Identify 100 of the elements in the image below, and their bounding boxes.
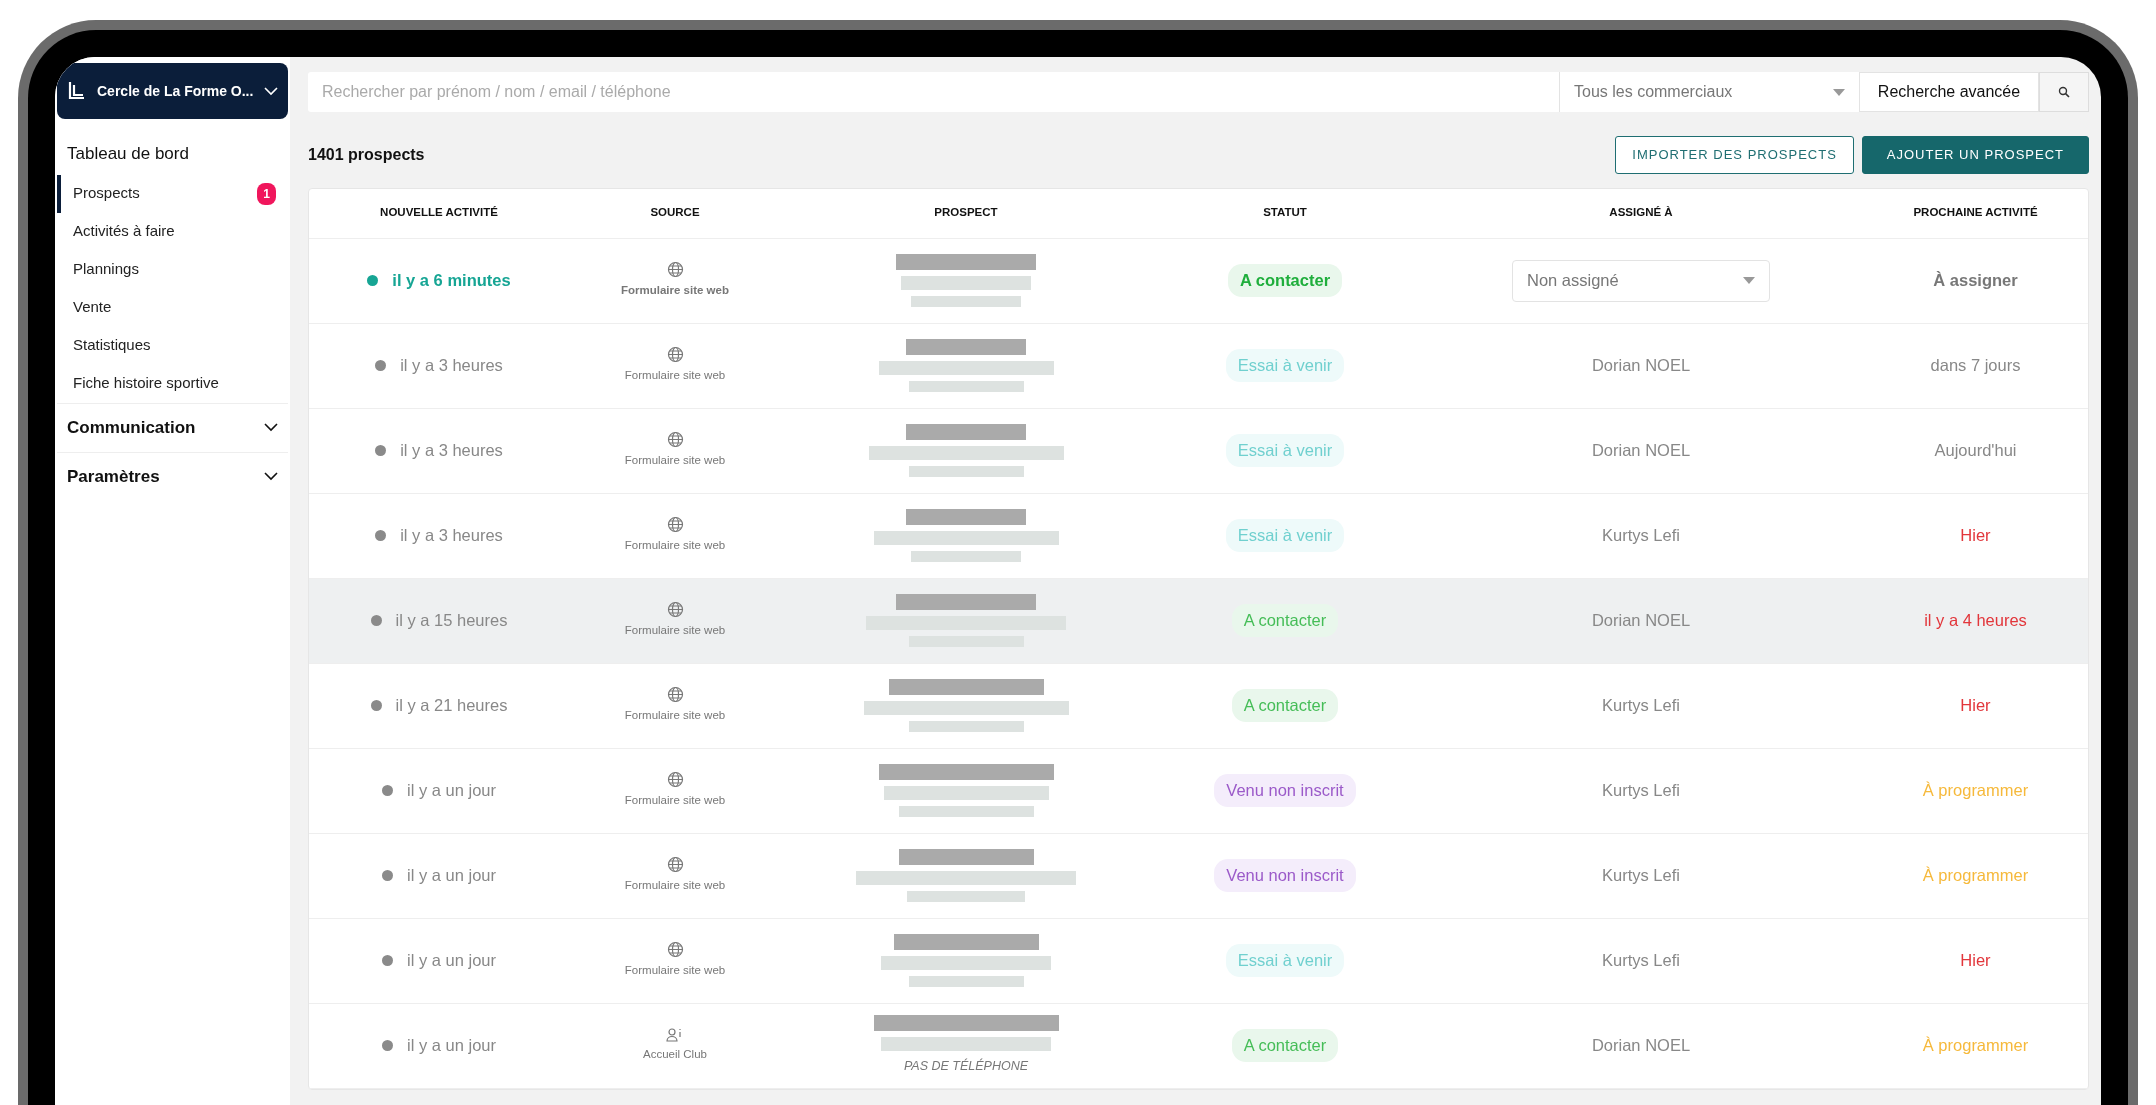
source-label: Formulaire site web: [624, 793, 726, 809]
sidebar-item[interactable]: Activités à faire: [57, 212, 288, 251]
globe-icon: [666, 346, 684, 364]
add-prospect-button[interactable]: AJOUTER UN PROSPECT: [1861, 136, 2089, 174]
nav-heading: Tableau de bord: [66, 143, 190, 165]
column-header: ASSIGNÉ À: [1608, 205, 1674, 221]
next-activity: dans 7 jours: [1930, 356, 2021, 375]
search-icon: [2058, 86, 2070, 98]
status-tag: Venu non inscrit: [1214, 774, 1356, 807]
assignee-name: Kurtys Lefi: [1602, 526, 1680, 545]
status-tag: A contacter: [1231, 604, 1339, 637]
activity-time: il y a 3 heures: [400, 355, 503, 377]
next-activity: Hier: [1960, 696, 1991, 715]
table-row[interactable]: il y a 3 heures Formulaire site web Essai à venir Dorian NOEL dans 7 jours: [309, 323, 2088, 409]
source-label: Formulaire site web: [624, 878, 726, 894]
activity-time: il y a un jour: [407, 1035, 496, 1057]
status-tag: Essai à venir: [1225, 434, 1345, 467]
sidebar-section[interactable]: Paramètres: [57, 451, 288, 501]
sidebar-item[interactable]: Fiche histoire sportive: [57, 364, 288, 403]
table-row[interactable]: il y a 3 heures Formulaire site web Essai à venir Kurtys Lefi Hier: [309, 493, 2088, 579]
status-tag: Essai à venir: [1225, 944, 1345, 977]
assignee-name: Kurtys Lefi: [1602, 951, 1680, 970]
source-label: Formulaire site web: [621, 283, 729, 299]
next-activity: À assigner: [1933, 271, 2018, 290]
sidebar-item[interactable]: Statistiques: [57, 326, 288, 365]
globe-icon: [666, 601, 684, 619]
assignee-name: Kurtys Lefi: [1602, 781, 1680, 800]
globe-icon: [666, 431, 684, 449]
table-row[interactable]: il y a 21 heures Formulaire site web A contacter Kurtys Lefi Hier: [309, 663, 2088, 749]
source-label: Accueil Club: [643, 1047, 707, 1063]
assignee-name: Kurtys Lefi: [1602, 866, 1680, 885]
chevron-down-icon: [264, 86, 278, 96]
assignee-name: Dorian NOEL: [1591, 1036, 1691, 1055]
activity-time: il y a 21 heures: [395, 695, 508, 717]
chevron-down-icon: [264, 472, 278, 481]
assignee-select[interactable]: Non assigné: [1512, 259, 1770, 302]
next-activity: À programmer: [1922, 1036, 2029, 1055]
sidebar-section[interactable]: Communication: [57, 402, 288, 452]
globe-icon: [666, 261, 684, 279]
status-tag: Essai à venir: [1225, 519, 1345, 552]
table-row[interactable]: il y a 15 heures Formulaire site web A contacter Dorian NOEL il y a 4 heures: [309, 578, 2088, 664]
activity-time: il y a 3 heures: [400, 440, 503, 462]
assignee-name: Dorian NOEL: [1591, 356, 1691, 375]
activity-time: il y a 15 heures: [395, 610, 508, 632]
source-label: Formulaire site web: [624, 368, 726, 384]
assignee-name: Kurtys Lefi: [1602, 696, 1680, 715]
status-tag: Venu non inscrit: [1214, 859, 1356, 892]
chevron-down-icon: [264, 423, 278, 432]
sidebar-item[interactable]: Plannings: [57, 250, 288, 289]
table-row[interactable]: il y a 6 minutes Formulaire site web A contacter Non assigné À assigner: [309, 238, 2088, 324]
status-tag: Essai à venir: [1225, 349, 1345, 382]
source-label: Formulaire site web: [624, 453, 726, 469]
column-header: PROSPECT: [933, 205, 999, 221]
prospect-note: PAS DE TÉLÉPHONE: [903, 1057, 1029, 1076]
next-activity: À programmer: [1922, 781, 2029, 800]
status-tag: A contacter: [1227, 264, 1343, 297]
status-tag: A contacter: [1231, 1029, 1339, 1062]
caret-icon: [1833, 88, 1845, 96]
sidebar-item[interactable]: Prospects 1: [57, 174, 288, 213]
source-label: Formulaire site web: [624, 708, 726, 724]
table-row[interactable]: il y a un jour Formulaire site web Venu non inscrit Kurtys Lefi À programmer: [309, 748, 2088, 834]
column-header: STATUT: [1262, 205, 1308, 221]
activity-time: il y a un jour: [407, 865, 496, 887]
caret-icon: [1743, 277, 1755, 284]
column-header: PROCHAINE ACTIVITÉ: [1912, 205, 2039, 221]
import-button[interactable]: IMPORTER DES PROSPECTS: [1615, 136, 1854, 174]
globe-icon: [666, 771, 684, 789]
assignee-name: Dorian NOEL: [1591, 441, 1691, 460]
activity-time: il y a un jour: [407, 950, 496, 972]
next-activity: À programmer: [1922, 866, 2029, 885]
source-label: Formulaire site web: [624, 623, 726, 639]
next-activity: il y a 4 heures: [1924, 611, 2027, 630]
person-icon: [666, 1027, 684, 1043]
activity-time: il y a 3 heures: [400, 525, 503, 547]
next-activity: Hier: [1960, 951, 1991, 970]
source-label: Formulaire site web: [624, 538, 726, 554]
salesperson-select[interactable]: Tous les commerciaux: [1559, 72, 1859, 112]
search-button[interactable]: [2039, 72, 2089, 112]
column-header: SOURCE: [649, 205, 701, 221]
next-activity: Aujourd'hui: [1934, 441, 2017, 460]
table-row[interactable]: il y a un jour Formulaire site web Essai à venir Kurtys Lefi Hier: [309, 918, 2088, 1004]
globe-icon: [666, 686, 684, 704]
logo-icon: [67, 80, 87, 102]
assignee-name: Dorian NOEL: [1591, 611, 1691, 630]
table-row[interactable]: il y a un jour Accueil Club PAS DE TÉLÉPHONE A contacter Dorian NOEL À programmer: [309, 1003, 2088, 1089]
status-tag: A contacter: [1231, 689, 1339, 722]
activity-time: il y a 6 minutes: [392, 270, 511, 292]
table-row[interactable]: il y a 3 heures Formulaire site web Essai à venir Dorian NOEL Aujourd'hui: [309, 408, 2088, 494]
search-field[interactable]: Rechercher par prénom / nom / email / téléphone: [308, 72, 1559, 112]
count-badge: 1: [257, 182, 276, 205]
globe-icon: [666, 856, 684, 874]
globe-icon: [666, 516, 684, 534]
advanced-search-button[interactable]: Recherche avancée: [1859, 72, 2039, 112]
source-label: Formulaire site web: [624, 963, 726, 979]
sidebar-item[interactable]: Vente: [57, 288, 288, 327]
table-row[interactable]: il y a un jour Formulaire site web Venu non inscrit Kurtys Lefi À programmer: [309, 833, 2088, 919]
activity-time: il y a un jour: [407, 780, 496, 802]
column-header: NOUVELLE ACTIVITÉ: [379, 205, 499, 221]
globe-icon: [666, 941, 684, 959]
club-selector[interactable]: Cercle de La Forme O...: [57, 63, 288, 119]
